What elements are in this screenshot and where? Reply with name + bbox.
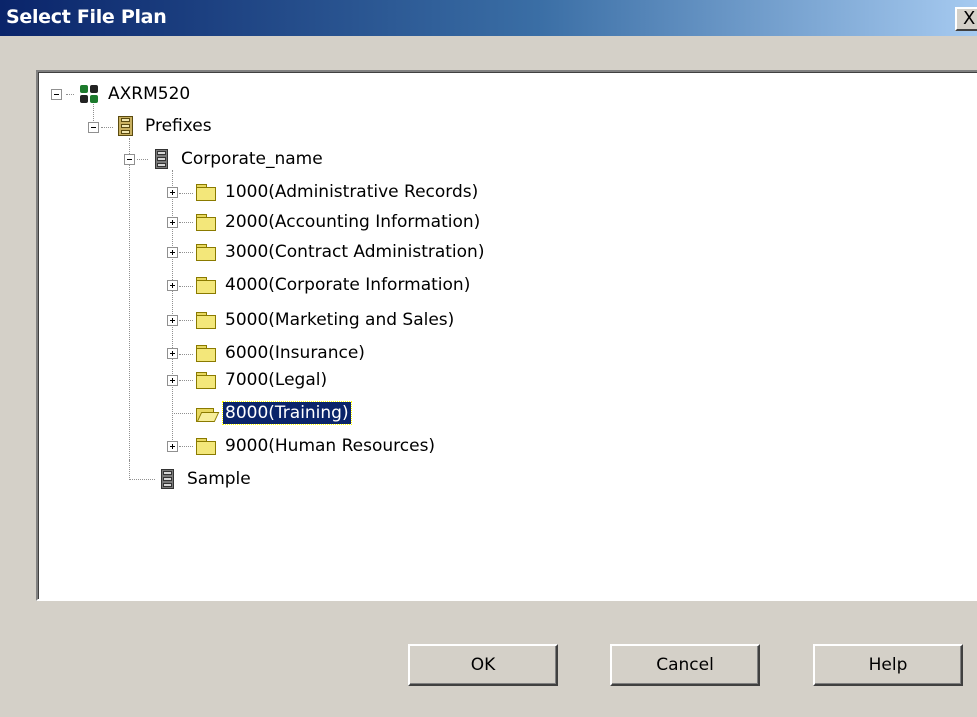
tree-node-label: 5000(Marketing and Sales) (225, 310, 455, 330)
tree-node-label: 2000(Accounting Information) (225, 212, 481, 232)
tree-node-label: Sample (187, 469, 251, 489)
expand-toggle[interactable] (167, 247, 178, 258)
expand-toggle[interactable] (167, 441, 178, 452)
tree-line (129, 138, 130, 460)
folder-icon (195, 435, 217, 457)
folder-icon (195, 211, 217, 233)
tree-node-folder-selected[interactable]: 8000(Training) (195, 399, 352, 427)
tree-node-corporate[interactable]: Corporate_name (151, 145, 325, 173)
tree-line (179, 320, 193, 321)
tree-line (179, 354, 193, 355)
expand-toggle[interactable] (167, 375, 178, 386)
expand-toggle[interactable] (167, 280, 178, 291)
tree-node-folder[interactable]: 5000(Marketing and Sales) (195, 306, 456, 334)
collapse-toggle[interactable] (51, 89, 62, 100)
server-icon (78, 83, 100, 105)
folder-icon (195, 342, 217, 364)
ok-button[interactable]: OK (408, 644, 558, 686)
tree-node-folder[interactable]: 3000(Contract Administration) (195, 238, 486, 266)
folder-icon (195, 241, 217, 263)
tree-node-prefixes[interactable]: Prefixes (115, 112, 214, 140)
folder-icon (195, 181, 217, 203)
tree-node-label: 3000(Contract Administration) (225, 242, 485, 262)
tree-node-label: AXRM520 (108, 84, 191, 104)
collapse-toggle[interactable] (124, 154, 135, 165)
tree-line (179, 380, 193, 381)
window-title: Select File Plan (6, 6, 167, 28)
tree-node-label: Prefixes (145, 116, 212, 136)
help-button[interactable]: Help (813, 644, 963, 686)
tree-line (129, 479, 155, 480)
tree-line (179, 286, 193, 287)
tree-line (172, 413, 193, 414)
tree-node-folder[interactable]: 9000(Human Resources) (195, 432, 437, 460)
tree-node-folder[interactable]: 1000(Administrative Records) (195, 178, 480, 206)
tree-line (179, 252, 193, 253)
cabinet-icon (157, 468, 179, 490)
expand-toggle[interactable] (167, 187, 178, 198)
tree-node-label: 1000(Administrative Records) (225, 182, 479, 202)
tree-node-label: 7000(Legal) (225, 370, 328, 390)
tree-node-label: Corporate_name (181, 149, 323, 169)
tree-node-label: 6000(Insurance) (225, 343, 365, 363)
cabinet-icon (151, 148, 173, 170)
tree-node-label: 8000(Training) (222, 401, 352, 425)
tree-line (137, 159, 148, 160)
expand-toggle[interactable] (167, 348, 178, 359)
folder-open-icon (195, 402, 220, 424)
collapse-toggle[interactable] (88, 122, 99, 133)
tree-line (179, 222, 193, 223)
close-button[interactable]: X (955, 7, 977, 31)
folder-icon (195, 274, 217, 296)
title-bar: Select File Plan X (0, 0, 977, 36)
folder-icon (195, 369, 217, 391)
tree-line (101, 127, 113, 128)
tree-line (172, 170, 173, 448)
prefix-cabinet-icon (115, 115, 137, 137)
tree-node-folder[interactable]: 7000(Legal) (195, 366, 329, 394)
tree-line (129, 460, 130, 480)
expand-toggle[interactable] (167, 315, 178, 326)
tree-node-sample[interactable]: Sample (157, 465, 253, 493)
tree-node-root[interactable]: AXRM520 (78, 80, 192, 108)
tree-line (179, 193, 193, 194)
file-plan-tree[interactable]: AXRM520 Prefixes Corporate_name 1000(Adm… (36, 70, 977, 601)
tree-node-label: 9000(Human Resources) (225, 436, 436, 456)
close-icon: X (963, 8, 976, 29)
expand-toggle[interactable] (167, 217, 178, 228)
tree-line (179, 446, 193, 447)
cancel-button[interactable]: Cancel (610, 644, 760, 686)
tree-node-folder[interactable]: 2000(Accounting Information) (195, 208, 482, 236)
tree-line (66, 94, 74, 95)
tree-node-folder[interactable]: 6000(Insurance) (195, 339, 367, 367)
tree-node-folder[interactable]: 4000(Corporate Information) (195, 271, 472, 299)
folder-icon (195, 309, 217, 331)
tree-node-label: 4000(Corporate Information) (225, 275, 471, 295)
